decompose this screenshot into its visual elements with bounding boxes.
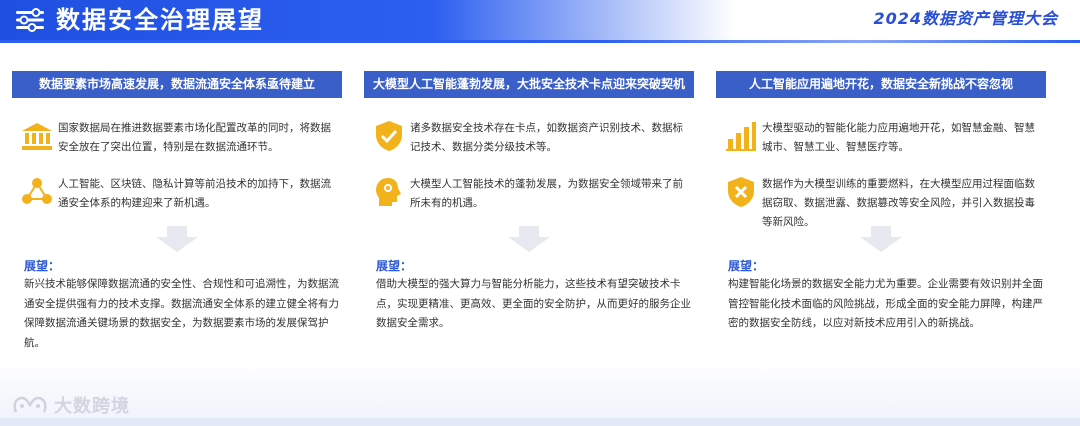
item-text: 诸多数据安全技术存在卡点，如数据资产识别技术、数据标记技术、数据分类分级技术等。 bbox=[410, 122, 683, 153]
outlook-label: 展望： bbox=[376, 259, 413, 273]
column-ai-challenges: 人工智能应用遍地开花，数据安全新挑战不容忽视 大模型驱动的智能化能力应用遍地开花… bbox=[716, 71, 1046, 329]
event-title: 2024数据资产管理大会 bbox=[873, 9, 1058, 28]
watermark-logo-icon bbox=[13, 396, 47, 413]
shield-check-icon bbox=[376, 121, 402, 151]
down-arrow-icon bbox=[508, 226, 550, 252]
column-ai-breakthrough: 大模型人工智能蓬勃发展，大批安全技术卡点迎来突破契机 诸多数据安全技术存在卡点，… bbox=[364, 71, 694, 329]
bank-icon bbox=[22, 123, 52, 150]
down-arrow-icon bbox=[156, 226, 198, 252]
footer-strip bbox=[0, 418, 1080, 426]
item-text: 人工智能、区块链、隐私计算等前沿技术的加持下，数据流通安全体系的构建迎来了新机遇… bbox=[58, 178, 331, 209]
bar-chart-icon bbox=[726, 122, 756, 151]
watermark-text: 大数跨境 bbox=[54, 396, 130, 417]
shield-x-icon bbox=[728, 177, 754, 207]
ai-head-icon bbox=[376, 178, 401, 206]
column-data-circulation: 数据要素市场高速发展，数据流通安全体系亟待建立 国家数据局在推进数据要素市场化配… bbox=[12, 71, 342, 349]
item-text: 大模型人工智能技术的蓬勃发展，为数据安全领域带来了前所未有的机遇。 bbox=[410, 178, 683, 209]
item-text: 数据作为大模型训练的重要燃料，在大模型应用过程面临数据窃取、数据泄露、数据篡改等… bbox=[762, 178, 1035, 228]
page-title: 数据安全治理展望 bbox=[56, 6, 264, 34]
item-text: 国家数据局在推进数据要素市场化配置改革的同时，将数据安全放在了突出位置，特别是在… bbox=[58, 122, 331, 153]
outlook-text: 借助大模型的强大算力与智能分析能力，这些技术有望突破技术卡点，实现更精准、更高效… bbox=[376, 278, 691, 329]
outlook-label: 展望： bbox=[728, 259, 765, 273]
outlook-label: 展望： bbox=[24, 259, 61, 273]
footer-bar bbox=[0, 360, 1080, 426]
item-text: 大模型驱动的智能化能力应用遍地开花，如智慧金融、智慧城市、智慧工业、智慧医疗等。 bbox=[762, 122, 1035, 153]
outlook-text: 构建智能化场景的数据安全能力尤为重要。企业需要有效识别并全面管控智能化技术面临的… bbox=[728, 278, 1043, 329]
column-banner: 大模型人工智能蓬勃发展，大批安全技术卡点迎来突破契机 bbox=[364, 71, 694, 98]
settings-sliders-icon bbox=[16, 8, 44, 32]
column-banner: 人工智能应用遍地开花，数据安全新挑战不容忽视 bbox=[716, 71, 1046, 98]
column-banner: 数据要素市场高速发展，数据流通安全体系亟待建立 bbox=[12, 71, 342, 98]
down-arrow-icon bbox=[860, 226, 902, 252]
outlook-text: 新兴技术能够保障数据流通的安全性、合规性和可追溯性，为数据流通安全提供强有力的技… bbox=[24, 278, 339, 349]
header-divider bbox=[0, 40, 1080, 43]
network-icon bbox=[22, 178, 52, 204]
watermark: 大数跨境 bbox=[12, 392, 130, 418]
